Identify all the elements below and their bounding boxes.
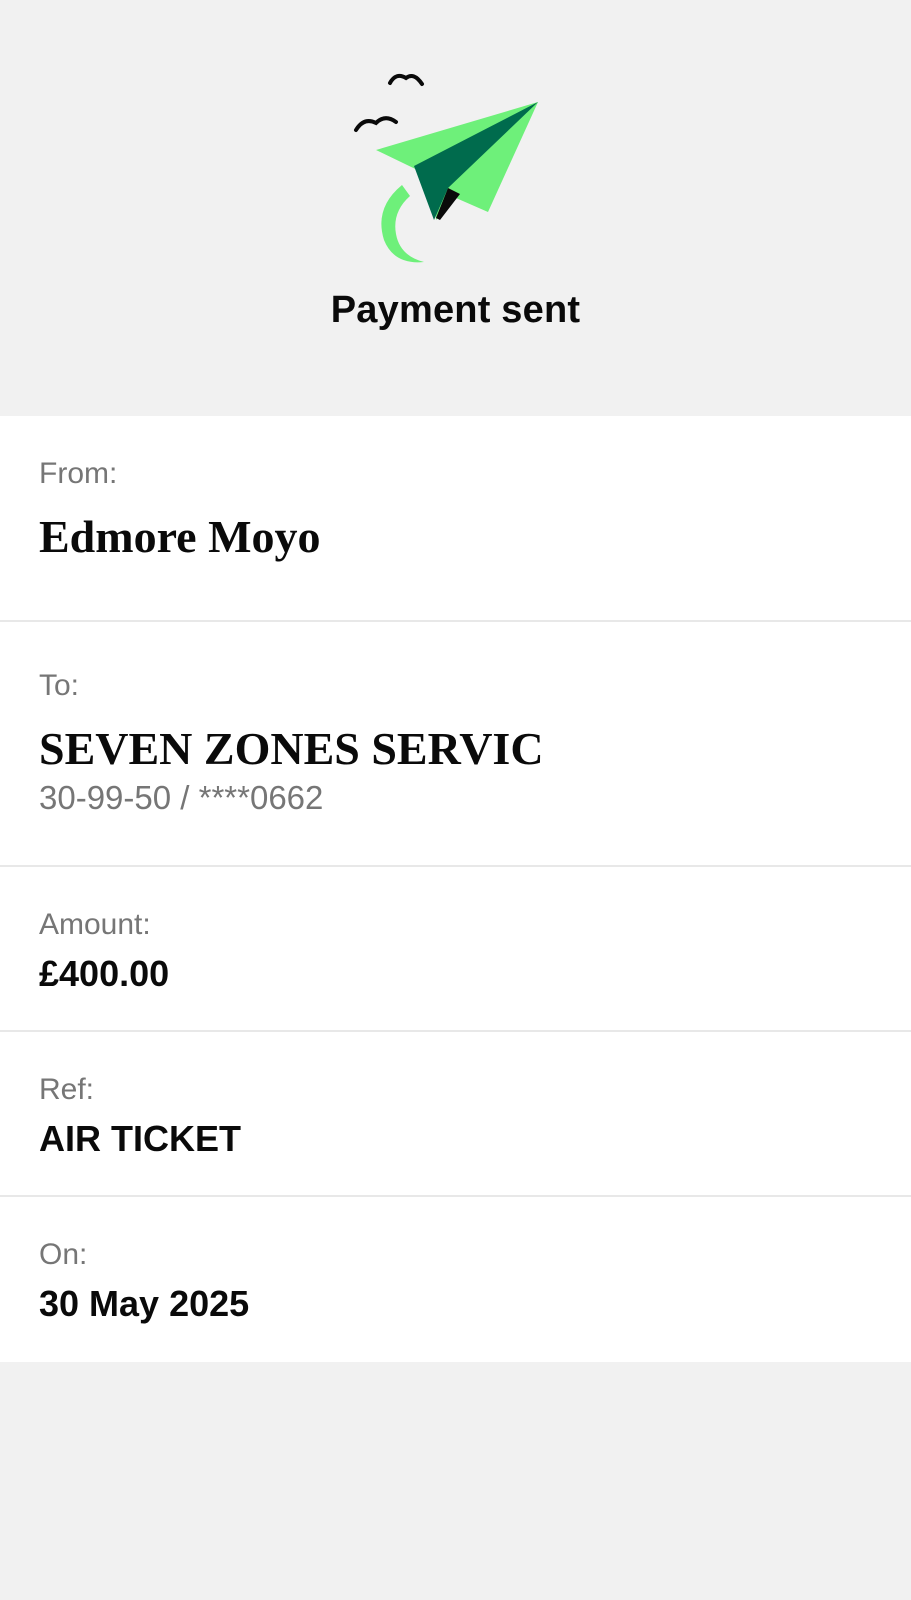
- from-row: From: Edmore Moyo: [0, 416, 911, 622]
- paper-plane-icon: [354, 73, 538, 263]
- page-title: Payment sent: [330, 289, 581, 331]
- amount-value: £400.00: [39, 953, 170, 994]
- reference-row: Ref: AIR TICKET: [0, 1032, 911, 1197]
- sender-name: Edmore Moyo: [39, 511, 321, 562]
- date-label: On:: [39, 1238, 88, 1271]
- to-row: To: SEVEN ZONES SERVIC 30-99-50 / ****06…: [0, 622, 911, 867]
- from-label: From:: [39, 457, 118, 490]
- payee-account: 30-99-50 / ****0662: [39, 779, 324, 816]
- confirmation-header: Payment sent: [0, 0, 911, 416]
- reference-label: Ref:: [39, 1073, 95, 1106]
- amount-row: Amount: £400.00: [0, 867, 911, 1032]
- to-label: To:: [39, 669, 80, 702]
- reference-value: AIR TICKET: [39, 1118, 241, 1159]
- amount-label: Amount:: [39, 908, 151, 941]
- date-row: On: 30 May 2025: [0, 1197, 911, 1362]
- date-value: 30 May 2025: [39, 1283, 250, 1324]
- payee-name: SEVEN ZONES SERVIC: [39, 723, 544, 774]
- payment-details: From: Edmore Moyo To: SEVEN ZONES SERVIC…: [0, 416, 911, 1362]
